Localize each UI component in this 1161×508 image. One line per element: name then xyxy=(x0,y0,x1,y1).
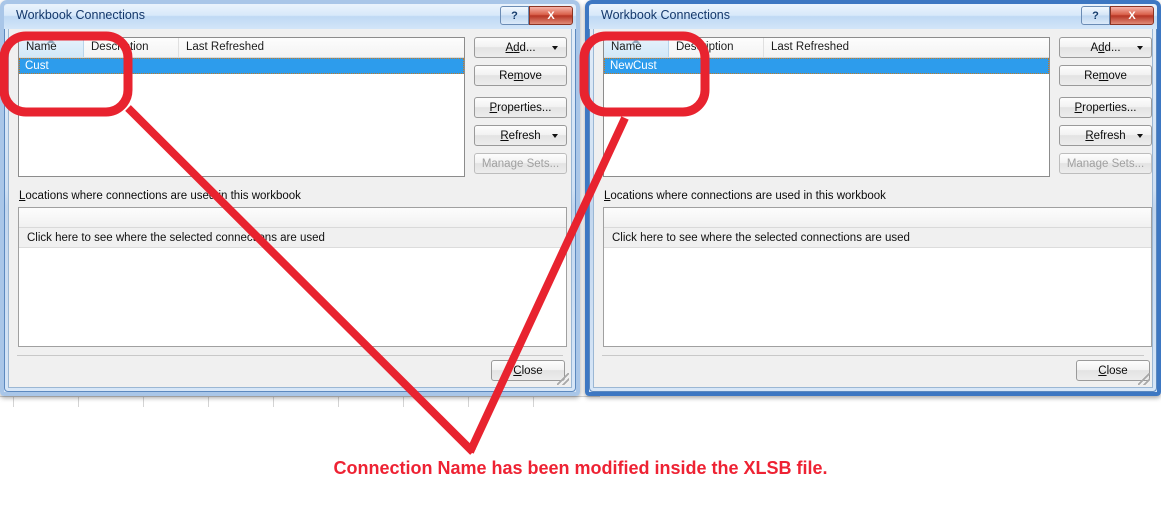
column-header-description[interactable]: Description xyxy=(669,38,764,57)
resize-grip[interactable] xyxy=(557,373,569,385)
properties-button-label: Properties... xyxy=(489,101,552,114)
sort-ascending-icon xyxy=(47,39,55,43)
close-button-label: Close xyxy=(513,364,543,377)
caption-button-group: ? X xyxy=(1081,6,1154,25)
dialog-client-area: Name Description Last Refreshed NewCust … xyxy=(593,29,1153,388)
column-header-last-refreshed[interactable]: Last Refreshed xyxy=(764,38,1049,57)
manage-sets-button-label: Manage Sets... xyxy=(1066,157,1145,170)
grid-cell xyxy=(0,397,14,407)
properties-button[interactable]: Properties... xyxy=(1059,97,1152,118)
column-header-name[interactable]: Name xyxy=(604,38,669,57)
footer-separator xyxy=(602,355,1144,356)
locations-list[interactable]: Click here to see where the selected con… xyxy=(18,207,567,347)
locations-hint-row[interactable]: Click here to see where the selected con… xyxy=(19,228,566,248)
grid-cell xyxy=(78,397,144,407)
grid-cell xyxy=(338,397,404,407)
annotation-caption: Connection Name has been modified inside… xyxy=(333,458,828,478)
grid-cell xyxy=(143,397,209,407)
help-icon[interactable]: ? xyxy=(500,6,529,25)
caption-button-group: ? X xyxy=(500,6,573,25)
locations-label-rest: ocations where connections are used in t… xyxy=(610,190,886,202)
properties-button[interactable]: Properties... xyxy=(474,97,567,118)
dialog-title: Workbook Connections xyxy=(601,8,731,22)
add-button-label: Add... xyxy=(505,41,536,54)
help-icon[interactable]: ? xyxy=(1081,6,1110,25)
footer-separator xyxy=(17,355,563,356)
chevron-down-icon xyxy=(1137,45,1143,50)
locations-list[interactable]: Click here to see where the selected con… xyxy=(603,207,1152,347)
dialog-client-area: Name Description Last Refreshed Cust Add… xyxy=(8,29,572,388)
add-button[interactable]: Add... xyxy=(1059,37,1152,58)
spreadsheet-grid-strip xyxy=(0,396,600,407)
locations-list-header xyxy=(19,208,566,228)
screenshot-canvas: Workbook Connections ? X Name Descriptio… xyxy=(0,0,1161,508)
column-header-last-refreshed[interactable]: Last Refreshed xyxy=(179,38,464,57)
add-button-label: Add... xyxy=(1090,41,1121,54)
refresh-button[interactable]: Refresh xyxy=(474,125,567,146)
connections-list[interactable]: Name Description Last Refreshed Cust xyxy=(18,37,465,177)
locations-list-header xyxy=(604,208,1151,228)
title-bar[interactable]: Workbook Connections ? X xyxy=(4,4,576,29)
dialog-title: Workbook Connections xyxy=(16,8,146,22)
locations-hint-row[interactable]: Click here to see where the selected con… xyxy=(604,228,1151,248)
chevron-down-icon xyxy=(1137,133,1143,138)
column-header-name[interactable]: Name xyxy=(19,38,84,57)
connections-list-header: Name Description Last Refreshed xyxy=(604,38,1049,58)
connection-row[interactable]: Cust xyxy=(19,58,464,74)
connections-list[interactable]: Name Description Last Refreshed NewCust xyxy=(603,37,1050,177)
remove-button-label: Remove xyxy=(1084,69,1127,82)
locations-label: Locations where connections are used in … xyxy=(604,190,886,202)
connection-row[interactable]: NewCust xyxy=(604,58,1049,74)
locations-label: Locations where connections are used in … xyxy=(19,190,301,202)
remove-button-label: Remove xyxy=(499,69,542,82)
remove-button[interactable]: Remove xyxy=(474,65,567,86)
locations-label-rest: ocations where connections are used in t… xyxy=(25,190,301,202)
grid-cell xyxy=(468,397,534,407)
close-icon[interactable]: X xyxy=(1110,6,1154,25)
close-button[interactable]: Close xyxy=(491,360,565,381)
sort-ascending-icon xyxy=(632,39,640,43)
resize-grip[interactable] xyxy=(1138,373,1150,385)
refresh-button[interactable]: Refresh xyxy=(1059,125,1152,146)
manage-sets-button-label: Manage Sets... xyxy=(481,157,560,170)
refresh-button-label: Refresh xyxy=(1085,129,1126,142)
grid-cell xyxy=(13,397,79,407)
close-button-label: Close xyxy=(1098,364,1128,377)
manage-sets-button: Manage Sets... xyxy=(474,153,567,174)
chevron-down-icon xyxy=(552,133,558,138)
workbook-connections-dialog-before[interactable]: Workbook Connections ? X Name Descriptio… xyxy=(0,0,580,396)
workbook-connections-dialog-after[interactable]: Workbook Connections ? X Name Descriptio… xyxy=(585,0,1161,396)
column-header-description[interactable]: Description xyxy=(84,38,179,57)
title-bar[interactable]: Workbook Connections ? X xyxy=(589,4,1157,29)
grid-cell xyxy=(208,397,274,407)
connections-list-header: Name Description Last Refreshed xyxy=(19,38,464,58)
grid-cell xyxy=(403,397,469,407)
close-icon[interactable]: X xyxy=(529,6,573,25)
properties-button-label: Properties... xyxy=(1074,101,1137,114)
remove-button[interactable]: Remove xyxy=(1059,65,1152,86)
add-button[interactable]: Add... xyxy=(474,37,567,58)
chevron-down-icon xyxy=(552,45,558,50)
refresh-button-label: Refresh xyxy=(500,129,541,142)
grid-cell xyxy=(273,397,339,407)
manage-sets-button: Manage Sets... xyxy=(1059,153,1152,174)
